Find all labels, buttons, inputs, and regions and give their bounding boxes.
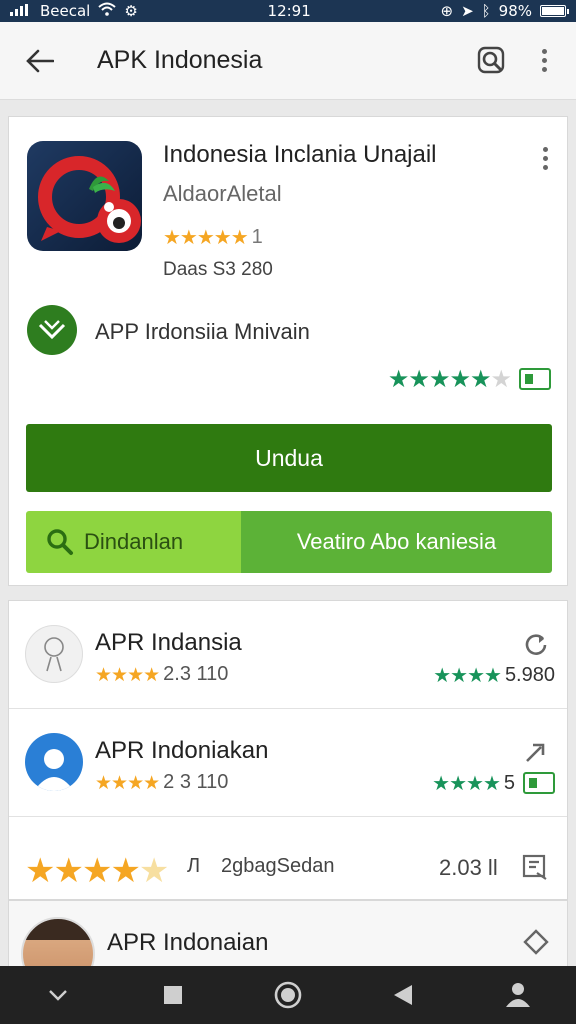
- person-icon: [34, 749, 74, 791]
- alarm-icon: ⊕: [440, 2, 454, 20]
- developer-name[interactable]: AldaorAletal: [163, 181, 282, 207]
- search-icon: [477, 46, 505, 73]
- person-outline-icon: [44, 637, 64, 672]
- install-button[interactable]: Undua: [26, 424, 552, 492]
- more-vert-icon: [541, 49, 547, 72]
- back-button[interactable]: [10, 22, 70, 100]
- app-icon[interactable]: [27, 141, 142, 251]
- badge-label: APP Irdonsiia Mnivain: [95, 319, 310, 344]
- settings-icon: ⚙: [124, 2, 138, 20]
- downloads-count: Daas S3 280: [163, 259, 273, 280]
- app-bar: APK Indonesia: [0, 22, 576, 100]
- verified-badge: [27, 305, 77, 355]
- avatar: [25, 733, 83, 791]
- big-rating-stars: ★★★★★: [25, 851, 169, 891]
- secondary-actions: Dindanlan Veatiro Abo kaniesia: [26, 511, 552, 573]
- nav-recents-button[interactable]: [143, 966, 203, 1024]
- rating-stars: ★★★★★: [163, 225, 249, 249]
- location-icon: ➤: [461, 2, 474, 20]
- home-circle-icon: [274, 981, 302, 1009]
- list-item-score: ★★★★ 5: [432, 771, 555, 795]
- battery-box-icon: [523, 772, 555, 794]
- secondary-left-label: Dindanlan: [84, 529, 184, 554]
- badge-rating: ★★★★★★: [388, 365, 551, 393]
- app-rating: ★★★★★ 1: [163, 225, 263, 249]
- system-nav-bar: [0, 966, 576, 1024]
- list-item-rating: ★★★★ 2 3 110: [95, 771, 229, 794]
- diamond-icon[interactable]: [523, 929, 549, 960]
- wifi-icon: [98, 2, 117, 20]
- page-title: APK Indonesia: [97, 46, 263, 74]
- secondary-left-button[interactable]: Dindanlan: [26, 511, 241, 573]
- clock: 12:91: [267, 2, 311, 20]
- list-item-title: APR Indoniakan: [95, 737, 269, 764]
- rating-label-b: 2gbagSedan: [221, 855, 335, 877]
- battery-icon: [540, 5, 569, 17]
- back-triangle-icon: [394, 985, 413, 1005]
- person-icon: [506, 983, 531, 1007]
- rating-label-a: Л: [187, 855, 201, 877]
- app-name: Indonesia Inclania Unajail: [163, 141, 437, 168]
- app-options-button[interactable]: [533, 143, 557, 173]
- rating-count: 1: [251, 225, 263, 248]
- list-item-rating: ★★★★ 2.3 110: [95, 663, 229, 686]
- list-item-title: APR Indansia: [95, 629, 242, 656]
- secondary-right-button[interactable]: Veatiro Abo kaniesia: [241, 511, 552, 573]
- share-arrow-icon[interactable]: [521, 737, 551, 767]
- nav-home-button[interactable]: [258, 966, 318, 1024]
- related-apps-card: APR Indansia ★★★★ 2.3 110 ★★★★ 5.980 APR…: [8, 600, 568, 900]
- list-item[interactable]: APR Indoniakan ★★★★ 2 3 110 ★★★★ 5: [9, 709, 567, 817]
- carrier-label: Beecal: [40, 2, 91, 20]
- bluetooth-icon: ᛒ: [481, 2, 491, 20]
- search-icon: [47, 529, 73, 555]
- more-vert-icon: [542, 146, 548, 152]
- check-chevron-icon: [38, 320, 66, 340]
- avatar: [25, 625, 83, 683]
- refresh-icon[interactable]: [521, 629, 551, 659]
- nav-account-button[interactable]: [488, 966, 548, 1024]
- square-icon: [163, 986, 182, 1004]
- nav-down-button[interactable]: [28, 966, 88, 1024]
- battery-percent: 98%: [498, 2, 532, 20]
- back-arrow-icon: [26, 49, 54, 72]
- overflow-menu-button[interactable]: [518, 35, 570, 87]
- rating-value: 2.03 ll: [439, 855, 498, 880]
- list-item-score: ★★★★ 5.980: [433, 663, 555, 687]
- search-button[interactable]: [466, 35, 518, 87]
- nav-back-button[interactable]: [373, 966, 433, 1024]
- status-bar: Beecal ⚙ 12:91 ⊕ ➤ ᛒ 98%: [0, 0, 576, 22]
- chart-box-icon[interactable]: [521, 853, 549, 886]
- app-detail-card: Indonesia Inclania Unajail AldaorAletal …: [8, 116, 568, 586]
- signal-icon: [10, 2, 32, 20]
- battery-box-icon: [519, 368, 551, 390]
- list-item[interactable]: APR Indansia ★★★★ 2.3 110 ★★★★ 5.980: [9, 601, 567, 709]
- list-item-title: APR Indonaian: [107, 929, 269, 956]
- green-stars: ★★★★★★: [387, 365, 512, 393]
- chevron-down-icon: [48, 990, 67, 1001]
